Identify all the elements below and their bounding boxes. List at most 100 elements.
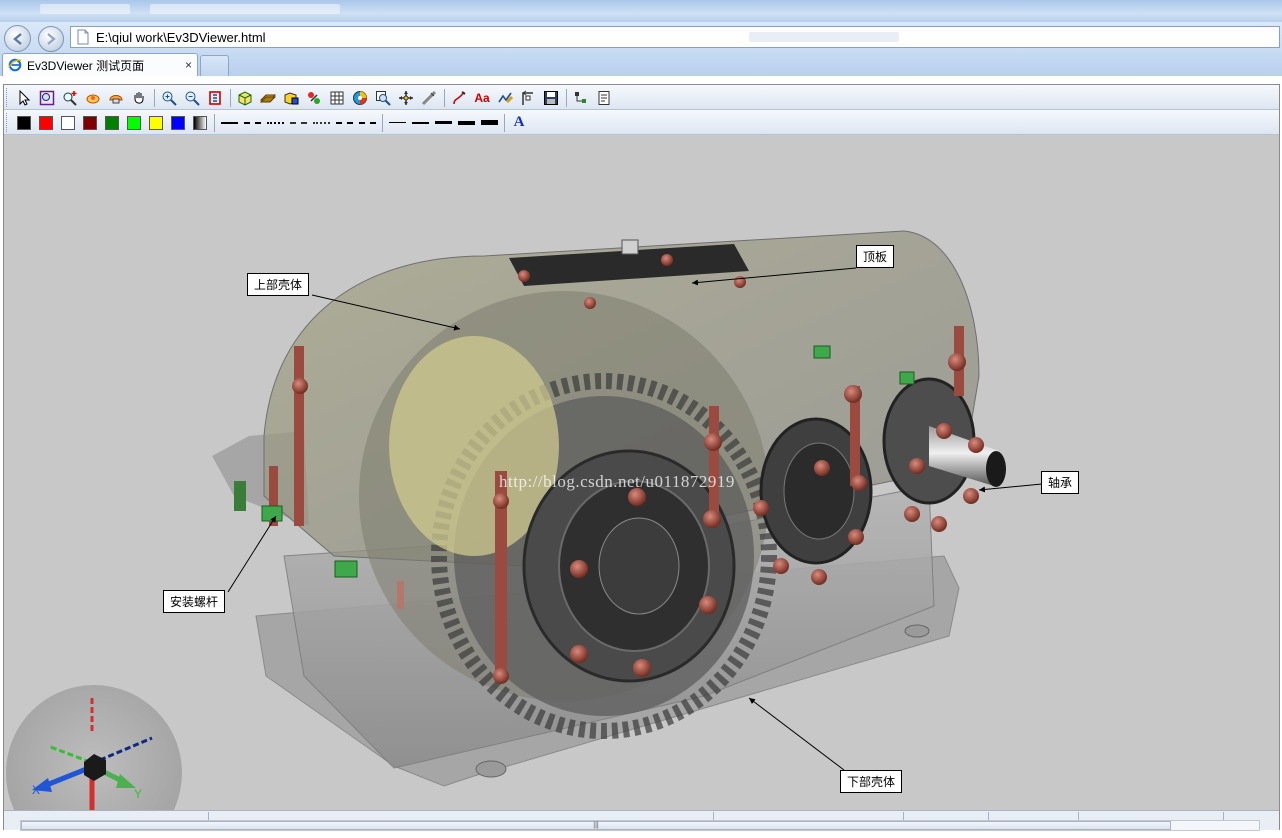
axis-x-label: X [32,783,40,797]
tab-ev3dviewer[interactable]: Ev3DViewer 测试页面 × [2,53,198,76]
tree-button[interactable] [570,88,592,108]
ie-icon [8,58,22,72]
callout-bearing: 轴承 [1041,471,1080,494]
fit-button[interactable] [204,88,226,108]
move-cross-icon [399,90,413,105]
zoom-add-icon [63,90,77,106]
top-plate-vent [621,239,639,255]
zoom-window-button[interactable] [36,88,58,108]
line-style-dot[interactable] [264,113,286,133]
color-swatch-lime[interactable] [127,115,141,130]
scrollbar-thumb[interactable]: ||| [21,821,1171,830]
freehand-icon [453,90,466,104]
magnifier-icon [376,90,391,106]
url-input[interactable] [96,29,696,45]
explode-button[interactable] [303,88,325,108]
markup-button[interactable] [494,88,516,108]
axis-y-label: Y [134,787,142,801]
properties-icon [598,90,610,105]
dimension-button[interactable] [517,88,539,108]
iso-view-icon [238,90,252,106]
back-button[interactable] [4,25,31,52]
status-cell [989,812,1079,820]
save-button[interactable] [540,88,562,108]
properties-button[interactable] [593,88,615,108]
zoom-window-icon [39,90,55,105]
select-button[interactable] [13,88,35,108]
toolbar-group-view: Aa [6,87,616,108]
status-cell [4,812,209,820]
zoom-add-button[interactable] [59,88,81,108]
tab-title: Ev3DViewer 测试页面 [27,58,145,73]
orbit-icon [86,94,100,103]
forward-button[interactable] [38,26,64,52]
zoom-out-button[interactable] [181,88,203,108]
callout-lower-housing: 下部壳体 [840,770,903,793]
line-style-solid[interactable] [218,113,240,133]
line-style-long-dash[interactable] [356,113,378,133]
color-swatch-white[interactable] [61,115,75,130]
tab-close-button[interactable]: × [185,58,192,72]
line-width-4[interactable] [455,113,477,133]
color-swatch-gradient[interactable] [193,115,207,130]
callout-mounting-bolt: 安装螺杆 [163,590,226,613]
ev3d-viewer: Aa A X Y http://blog.csdn.net/u011872919… [3,84,1280,831]
freehand-button[interactable] [448,88,470,108]
status-cell [209,812,714,820]
color-swatch-black[interactable] [17,115,31,130]
horizontal-scrollbar[interactable]: ||| [20,820,1260,831]
line-width-5[interactable] [478,113,500,133]
box-button[interactable] [280,88,302,108]
line-style-dash[interactable] [241,113,263,133]
font-button[interactable]: A [508,113,530,133]
explode-icon [308,91,320,104]
line-width-1[interactable] [386,113,408,133]
toolbar-separator [504,113,505,132]
color-swatch-green[interactable] [105,115,119,130]
status-cell [1079,812,1224,820]
forward-icon [47,33,56,45]
color-swatch-yellow[interactable] [149,115,163,130]
iso-view-button[interactable] [234,88,256,108]
title-ghost [40,4,130,14]
callout-top-plate: 顶板 [856,245,895,268]
line-style-long-dash-dot[interactable] [333,113,355,133]
zoom-in-button[interactable] [158,88,180,108]
line-style-dash-dot[interactable] [287,113,309,133]
save-icon [544,90,558,105]
toolbar-separator [566,88,567,107]
zoom-in-icon [162,91,177,106]
color-wheel-icon [353,90,367,105]
text-annotation-button[interactable]: Aa [471,88,493,108]
color-swatch-maroon[interactable] [83,115,97,130]
3d-canvas[interactable]: X Y Z http://blog.csdn.net/u011872919 顶板… [4,136,1279,810]
section-plane-button[interactable] [257,88,279,108]
measure-button[interactable] [418,88,440,108]
hand-pan-button[interactable] [128,88,150,108]
toolbar-group-colors: A [6,112,531,133]
bearing-cap-mid-inner [783,442,855,540]
color-wheel-button[interactable] [349,88,371,108]
magnifier-button[interactable] [372,88,394,108]
toolbar-separator [444,88,445,107]
color-swatch-red[interactable] [39,115,53,130]
new-tab-button[interactable] [200,55,229,76]
window-title-bar [0,0,1282,22]
measure-icon [421,90,437,105]
pan-view-button[interactable] [105,88,127,108]
url-box[interactable] [70,26,1280,48]
move-cross-button[interactable] [395,88,417,108]
title-ghost [150,4,340,14]
watermark-text: http://blog.csdn.net/u011872919 [499,472,735,491]
line-width-2[interactable] [409,113,431,133]
line-style-dash-dot-dot[interactable] [310,113,332,133]
line-width-3[interactable] [432,113,454,133]
color-swatch-blue[interactable] [171,115,185,130]
orbit-button[interactable] [82,88,104,108]
table-button[interactable] [326,88,348,108]
markup-icon [498,92,513,103]
status-cell [714,812,904,820]
blurred-content [749,32,899,42]
pan-view-icon [109,94,123,103]
page-area: Aa A X Y http://blog.csdn.net/u011872919… [0,76,1282,838]
